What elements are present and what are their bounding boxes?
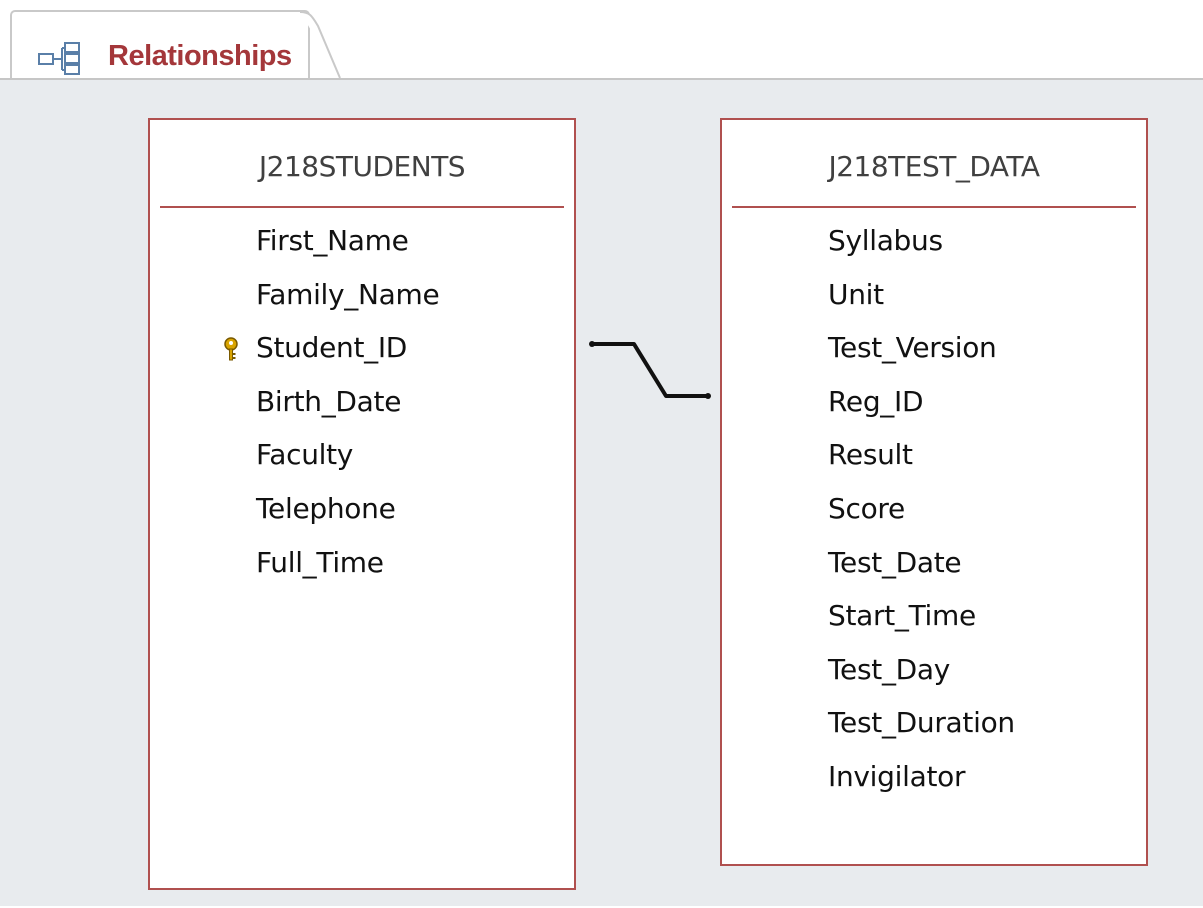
relationships-workspace[interactable]: J218STUDENTS First_Name Family_Name Studen… <box>0 78 1203 906</box>
document-tab-strip: Relationships <box>0 0 1203 80</box>
relationship-join-line[interactable] <box>0 80 1203 908</box>
tab-edge <box>300 12 341 79</box>
tab-label: Relationships <box>108 40 292 72</box>
relationships-icon <box>38 42 80 75</box>
tab-relationships[interactable]: Relationships <box>10 10 310 80</box>
